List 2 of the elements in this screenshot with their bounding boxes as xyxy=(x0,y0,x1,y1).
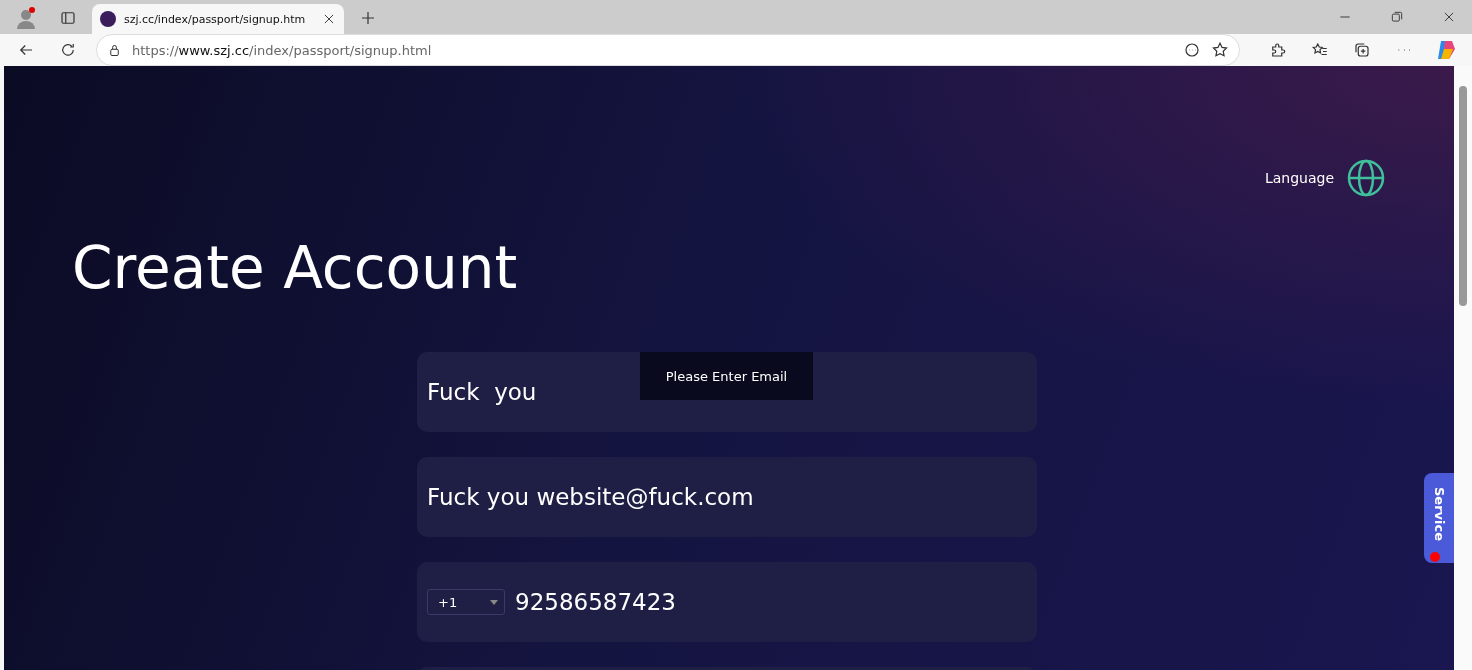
tooltip: Please Enter Email xyxy=(640,352,813,400)
page-title: Create Account xyxy=(72,234,519,302)
